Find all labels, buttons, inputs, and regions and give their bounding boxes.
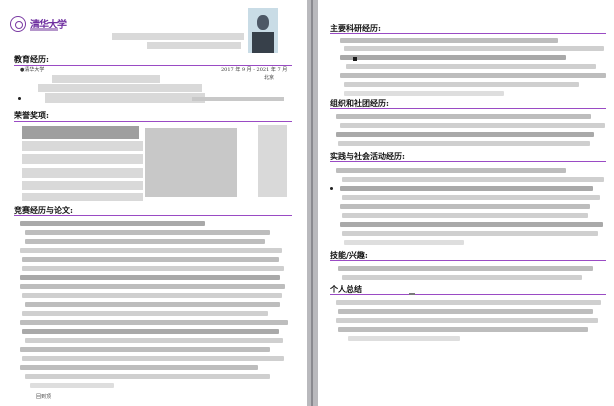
blurred-text-line xyxy=(342,275,582,280)
blurred-text-line xyxy=(342,195,600,200)
blurred-text-line xyxy=(25,239,265,244)
blurred-text-line xyxy=(338,266,593,271)
blurred-text-line xyxy=(30,383,114,388)
blurred-text-line xyxy=(336,300,601,305)
blurred-award-line xyxy=(22,154,143,164)
list-bullet xyxy=(18,97,21,100)
education-date-range: 2017 年 9 月 - 2021 年 7 月 xyxy=(221,67,288,73)
blurred-award-line xyxy=(22,193,143,201)
section-rule xyxy=(330,108,606,109)
blurred-text-line xyxy=(22,356,284,361)
resume-page-left: 清华大学 教育经历: ●清华大学 2017 年 9 月 - 2021 年 7 月… xyxy=(0,0,307,406)
blurred-text-line xyxy=(342,213,588,218)
blurred-text-line xyxy=(20,284,285,289)
text-cursor-icon xyxy=(353,57,357,61)
blurred-text-line xyxy=(22,329,279,334)
blurred-text-line xyxy=(336,114,591,119)
blurred-text-line xyxy=(25,338,283,343)
document-viewport: 清华大学 教育经历: ●清华大学 2017 年 9 月 - 2021 年 7 月… xyxy=(0,0,614,406)
blurred-text-line xyxy=(25,374,270,379)
blurred-text-line xyxy=(20,275,280,280)
section-title-awards: 荣誉奖项: xyxy=(14,110,49,120)
blurred-text-line xyxy=(338,327,588,332)
blurred-text-line xyxy=(340,123,605,128)
dash-mark-icon xyxy=(409,293,415,295)
blurred-text-line xyxy=(336,168,566,173)
blurred-text-line xyxy=(20,347,270,352)
blurred-text-line xyxy=(344,91,504,96)
blurred-text-line xyxy=(340,204,590,209)
blurred-text-block xyxy=(192,97,284,101)
section-title-education: 教育经历: xyxy=(14,54,49,64)
blurred-text-line xyxy=(344,82,579,87)
blurred-text-block xyxy=(52,75,160,83)
blurred-award-line xyxy=(22,141,143,151)
blurred-text-line xyxy=(338,309,593,314)
blurred-text-block xyxy=(45,93,205,103)
blurred-text-line xyxy=(340,73,606,78)
page-footer-label: 回到顶 xyxy=(36,394,52,400)
blurred-text-line xyxy=(22,311,268,316)
university-logo-subtext xyxy=(30,28,58,31)
blurred-text-block xyxy=(38,84,202,92)
blurred-award-line xyxy=(22,126,139,139)
section-rule xyxy=(330,260,606,261)
blurred-award-line xyxy=(22,168,143,178)
blurred-text-line xyxy=(20,221,205,226)
blurred-text-line xyxy=(336,132,594,137)
blurred-text-line xyxy=(348,336,460,341)
university-seal-icon xyxy=(10,16,26,32)
blurred-text-line xyxy=(22,266,284,271)
blurred-text-line xyxy=(22,293,282,298)
blurred-text-line xyxy=(344,46,604,51)
blurred-text-line xyxy=(338,141,590,146)
blurred-header-line xyxy=(112,33,244,40)
section-rule xyxy=(330,161,606,162)
blurred-text-line xyxy=(340,222,603,227)
blurred-text-line xyxy=(340,55,566,60)
section-rule xyxy=(14,215,292,216)
blurred-text-line xyxy=(342,177,604,182)
section-rule xyxy=(330,294,606,295)
section-rule xyxy=(14,121,292,122)
blurred-text-line xyxy=(20,320,288,325)
blurred-award-line xyxy=(22,181,143,190)
blurred-text-line xyxy=(340,186,593,191)
blurred-text-line xyxy=(344,240,464,245)
blurred-text-line xyxy=(340,38,558,43)
blurred-text-line xyxy=(346,64,596,69)
section-rule xyxy=(330,33,606,34)
blurred-award-dates xyxy=(258,125,287,197)
resume-page-right: 主要科研经历: 组织和社团经历: 实践与社会活动经历: 技能/兴趣: 个人总结 xyxy=(318,0,614,406)
school-name: ●清华大学 xyxy=(20,67,45,73)
blurred-text-line xyxy=(20,365,258,370)
education-location: 北京 xyxy=(264,75,275,81)
blurred-text-line xyxy=(25,302,280,307)
blurred-award-column xyxy=(145,128,237,197)
profile-photo xyxy=(248,8,278,53)
blurred-text-line xyxy=(20,248,282,253)
blurred-text-line xyxy=(22,257,279,262)
list-bullet xyxy=(330,187,333,190)
blurred-text-line xyxy=(342,231,598,236)
page-divider xyxy=(311,0,313,406)
blurred-text-line xyxy=(25,230,270,235)
blurred-header-line xyxy=(147,42,241,49)
university-logo: 清华大学 xyxy=(10,15,70,37)
blurred-text-line xyxy=(336,318,598,323)
